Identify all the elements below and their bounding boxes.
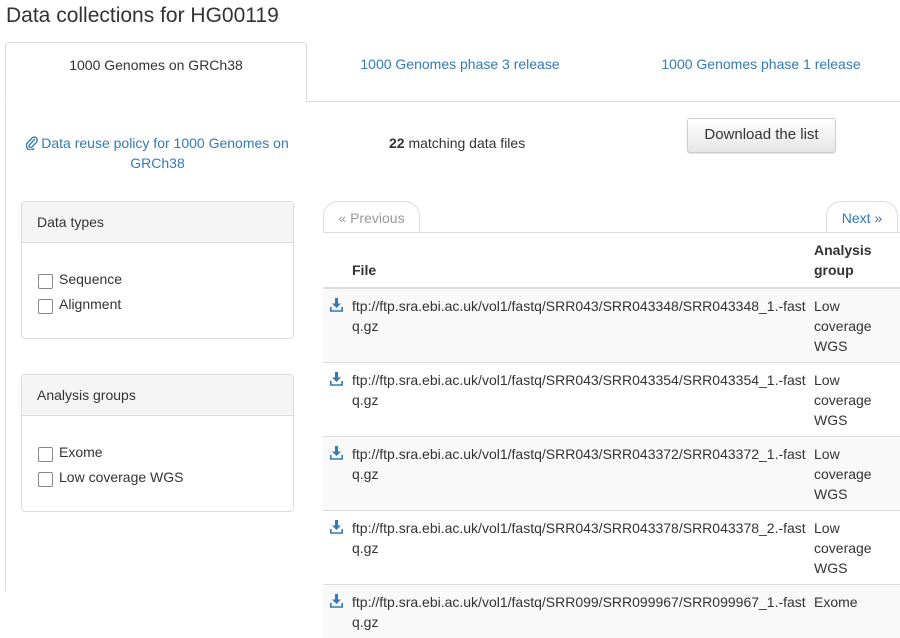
data-reuse-policy-label: Data reuse policy for 1000 Genomes on GR…	[41, 135, 288, 171]
download-cell	[323, 363, 352, 437]
file-cell: ftp://ftp.sra.ebi.ac.uk/vol1/fastq/SRR04…	[352, 288, 814, 363]
analysis-group-cell: Exome	[814, 585, 900, 638]
header-icon-cell	[323, 233, 352, 289]
file-link[interactable]: ftp://ftp.sra.ebi.ac.uk/vol1/fastq/SRR04…	[352, 370, 814, 410]
data-reuse-policy-link[interactable]: Data reuse policy for 1000 Genomes on GR…	[20, 133, 295, 173]
exome-checkbox[interactable]	[38, 447, 53, 462]
analysis-group-cell: Low coverage WGS	[814, 363, 900, 437]
analysis-groups-heading: Analysis groups	[22, 375, 293, 416]
filter-sequence-label: Sequence	[59, 267, 122, 292]
filter-low-coverage-wgs[interactable]: Low coverage WGS	[38, 465, 278, 490]
matching-count-number: 22	[389, 135, 405, 151]
analysis-group-cell: Low coverage WGS	[814, 437, 900, 511]
matching-count: 22 matching data files	[389, 135, 525, 151]
alignment-checkbox[interactable]	[38, 299, 53, 314]
table-row: ftp://ftp.sra.ebi.ac.uk/vol1/fastq/SRR04…	[323, 511, 900, 585]
download-cell	[323, 437, 352, 511]
tab-phase3[interactable]: 1000 Genomes phase 3 release	[307, 42, 613, 101]
download-list-button[interactable]: Download the list	[687, 118, 836, 153]
download-icon[interactable]	[330, 372, 343, 386]
paperclip-icon	[26, 136, 38, 150]
table-row: ftp://ftp.sra.ebi.ac.uk/vol1/fastq/SRR04…	[323, 288, 900, 363]
analysis-group-cell: Low coverage WGS	[814, 288, 900, 363]
data-types-heading: Data types	[22, 202, 293, 243]
file-cell: ftp://ftp.sra.ebi.ac.uk/vol1/fastq/SRR04…	[352, 511, 814, 585]
matching-count-suffix: matching data files	[405, 135, 526, 151]
download-icon[interactable]	[330, 594, 343, 608]
download-icon[interactable]	[330, 520, 343, 534]
file-cell: ftp://ftp.sra.ebi.ac.uk/vol1/fastq/SRR04…	[352, 363, 814, 437]
filter-alignment[interactable]: Alignment	[38, 292, 278, 317]
data-types-panel: Data types Sequence Alignment	[21, 201, 294, 339]
pager-previous-button[interactable]: « Previous	[323, 201, 420, 233]
download-cell	[323, 288, 352, 363]
sequence-checkbox[interactable]	[38, 274, 53, 289]
header-file: File	[352, 233, 814, 289]
page-title: Data collections for HG00119	[6, 4, 279, 28]
download-icon[interactable]	[330, 446, 343, 460]
file-link[interactable]: ftp://ftp.sra.ebi.ac.uk/vol1/fastq/SRR04…	[352, 518, 814, 558]
file-link[interactable]: ftp://ftp.sra.ebi.ac.uk/vol1/fastq/SRR09…	[352, 592, 814, 632]
filter-sequence[interactable]: Sequence	[38, 267, 278, 292]
files-table: File Analysis group ftp://ftp.sra.ebi.ac…	[323, 232, 900, 638]
download-icon[interactable]	[330, 298, 343, 312]
download-cell	[323, 585, 352, 638]
table-row: ftp://ftp.sra.ebi.ac.uk/vol1/fastq/SRR09…	[323, 585, 900, 638]
collection-tabs: 1000 Genomes on GRCh38 1000 Genomes phas…	[5, 42, 900, 102]
table-row: ftp://ftp.sra.ebi.ac.uk/vol1/fastq/SRR04…	[323, 363, 900, 437]
filter-low-coverage-wgs-label: Low coverage WGS	[59, 465, 184, 490]
tab-grch38[interactable]: 1000 Genomes on GRCh38	[5, 42, 307, 103]
pager-next-button[interactable]: Next »	[826, 201, 898, 233]
filter-exome-label: Exome	[59, 440, 103, 465]
file-link[interactable]: ftp://ftp.sra.ebi.ac.uk/vol1/fastq/SRR04…	[352, 296, 814, 336]
table-row: ftp://ftp.sra.ebi.ac.uk/vol1/fastq/SRR04…	[323, 437, 900, 511]
file-cell: ftp://ftp.sra.ebi.ac.uk/vol1/fastq/SRR09…	[352, 585, 814, 638]
content-border	[5, 101, 6, 591]
analysis-group-cell: Low coverage WGS	[814, 511, 900, 585]
filter-exome[interactable]: Exome	[38, 440, 278, 465]
low-coverage-wgs-checkbox[interactable]	[38, 472, 53, 487]
tab-phase1[interactable]: 1000 Genomes phase 1 release	[613, 42, 900, 101]
header-analysis-group: Analysis group	[814, 233, 900, 289]
file-cell: ftp://ftp.sra.ebi.ac.uk/vol1/fastq/SRR04…	[352, 437, 814, 511]
table-header-row: File Analysis group	[323, 233, 900, 289]
download-cell	[323, 511, 352, 585]
analysis-groups-panel: Analysis groups Exome Low coverage WGS	[21, 374, 294, 512]
filter-alignment-label: Alignment	[59, 292, 121, 317]
file-link[interactable]: ftp://ftp.sra.ebi.ac.uk/vol1/fastq/SRR04…	[352, 444, 814, 484]
